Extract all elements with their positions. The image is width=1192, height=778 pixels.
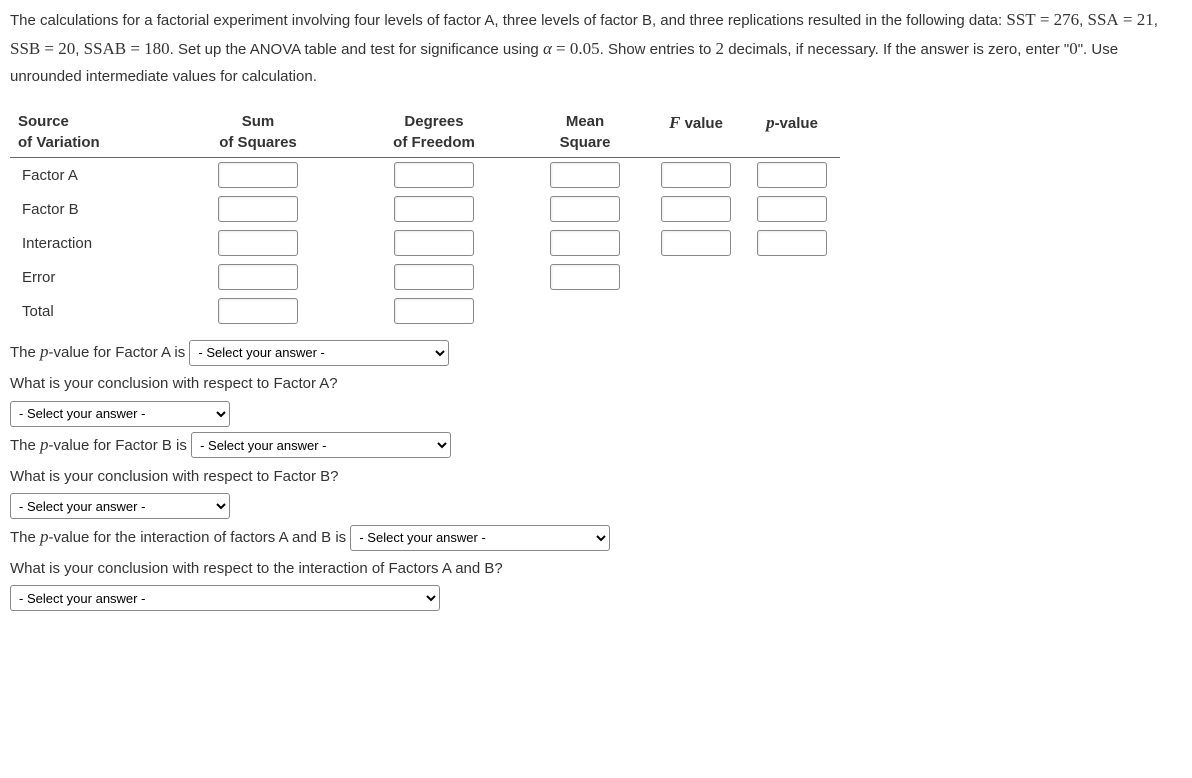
question-pvalue-ab: The p-value for the interaction of facto… (10, 523, 1182, 552)
input-total-ss[interactable] (218, 298, 298, 324)
zero: 0 (1069, 39, 1078, 58)
ssa-lhs: SSA (1088, 10, 1119, 29)
header-p-sym: p (766, 113, 775, 132)
select-pvalue-a[interactable]: - Select your answer - (189, 340, 449, 366)
problem-statement: The calculations for a factorial experim… (10, 6, 1182, 89)
header-df-l1: Degrees (404, 113, 463, 130)
header-mean-square: Mean Square (522, 107, 648, 158)
q-pab-var: p (40, 527, 49, 546)
eq: = (44, 39, 58, 58)
header-sum-of-squares: Sum of Squares (170, 107, 346, 158)
input-factor-a-ms[interactable] (550, 162, 620, 188)
label-error: Error (10, 260, 170, 294)
ssab-rhs: 180 (144, 39, 170, 58)
question-conclusion-a-text: What is your conclusion with respect to … (10, 371, 1182, 397)
q-pa-var: p (40, 342, 49, 361)
header-f-value: F value (648, 107, 744, 158)
input-error-ss[interactable] (218, 264, 298, 290)
header-ss-l1: Sum (242, 113, 275, 130)
q-pab-post: -value for the interaction of factors A … (49, 529, 347, 546)
select-conclusion-a[interactable]: - Select your answer - (10, 401, 230, 427)
input-factor-b-f[interactable] (661, 196, 731, 222)
alpha-symbol: α (543, 39, 552, 58)
label-factor-a: Factor A (10, 158, 170, 193)
q-pb-post: -value for Factor B is (49, 437, 187, 454)
row-factor-a: Factor A (10, 158, 840, 193)
ssb-rhs: 20 (58, 39, 75, 58)
input-factor-b-df[interactable] (394, 196, 474, 222)
q-pab-pre: The (10, 529, 40, 546)
q-pb-var: p (40, 435, 49, 454)
label-factor-b: Factor B (10, 192, 170, 226)
row-total: Total (10, 294, 840, 328)
problem-text-1: The calculations for a factorial experim… (10, 12, 1006, 29)
eq: = (556, 39, 570, 58)
select-pvalue-ab[interactable]: - Select your answer - (350, 525, 610, 551)
question-pvalue-a: The p-value for Factor A is - Select you… (10, 338, 1182, 367)
eq: = (1123, 10, 1137, 29)
input-factor-a-p[interactable] (757, 162, 827, 188)
row-interaction: Interaction (10, 226, 840, 260)
q-pb-pre: The (10, 437, 40, 454)
header-ms-l2: Square (560, 134, 611, 151)
eq: = (130, 39, 144, 58)
header-ms-l1: Mean (566, 113, 604, 130)
row-factor-b: Factor B (10, 192, 840, 226)
sst-lhs: SST (1006, 10, 1035, 29)
input-interaction-p[interactable] (757, 230, 827, 256)
q-pa-pre: The (10, 344, 40, 361)
decimals: 2 (716, 39, 725, 58)
input-factor-b-ms[interactable] (550, 196, 620, 222)
row-error: Error (10, 260, 840, 294)
input-error-ms[interactable] (550, 264, 620, 290)
ssb-lhs: SSB (10, 39, 40, 58)
header-source-l1: Source (18, 113, 69, 130)
input-interaction-ms[interactable] (550, 230, 620, 256)
input-factor-b-p[interactable] (757, 196, 827, 222)
input-total-df[interactable] (394, 298, 474, 324)
question-conclusion-b-text: What is your conclusion with respect to … (10, 464, 1182, 490)
input-interaction-ss[interactable] (218, 230, 298, 256)
header-p-value: p-value (744, 107, 840, 158)
input-interaction-f[interactable] (661, 230, 731, 256)
header-source-l2: of Variation (18, 134, 100, 151)
input-factor-a-ss[interactable] (218, 162, 298, 188)
input-factor-b-ss[interactable] (218, 196, 298, 222)
question-pvalue-b: The p-value for Factor B is - Select you… (10, 431, 1182, 460)
problem-text-2: . Set up the ANOVA table and test for si… (170, 41, 543, 58)
problem-text-4: decimals, if necessary. If the answer is… (724, 41, 1069, 58)
header-ss-l2: of Squares (219, 134, 297, 151)
label-total: Total (10, 294, 170, 328)
input-factor-a-df[interactable] (394, 162, 474, 188)
input-error-df[interactable] (394, 264, 474, 290)
header-f-sym: F (669, 113, 680, 132)
input-factor-a-f[interactable] (661, 162, 731, 188)
eq: = (1040, 10, 1054, 29)
header-df-l2: of Freedom (393, 134, 475, 151)
header-source: Source of Variation (10, 107, 170, 158)
anova-table: Source of Variation Sum of Squares Degre… (10, 107, 840, 328)
ssab-lhs: SSAB (84, 39, 127, 58)
header-p-text: -value (775, 115, 818, 132)
input-interaction-df[interactable] (394, 230, 474, 256)
header-f-text: value (680, 115, 723, 132)
header-degrees-of-freedom: Degrees of Freedom (346, 107, 522, 158)
problem-text-3: . Show entries to (600, 41, 716, 58)
ssa-rhs: 21 (1137, 10, 1154, 29)
select-conclusion-ab[interactable]: - Select your answer - (10, 585, 440, 611)
select-conclusion-b[interactable]: - Select your answer - (10, 493, 230, 519)
select-pvalue-b[interactable]: - Select your answer - (191, 432, 451, 458)
sst-rhs: 276 (1054, 10, 1080, 29)
alpha-value: 0.05 (570, 39, 600, 58)
label-interaction: Interaction (10, 226, 170, 260)
q-pa-post: -value for Factor A is (49, 344, 186, 361)
question-conclusion-ab-text: What is your conclusion with respect to … (10, 556, 1182, 582)
